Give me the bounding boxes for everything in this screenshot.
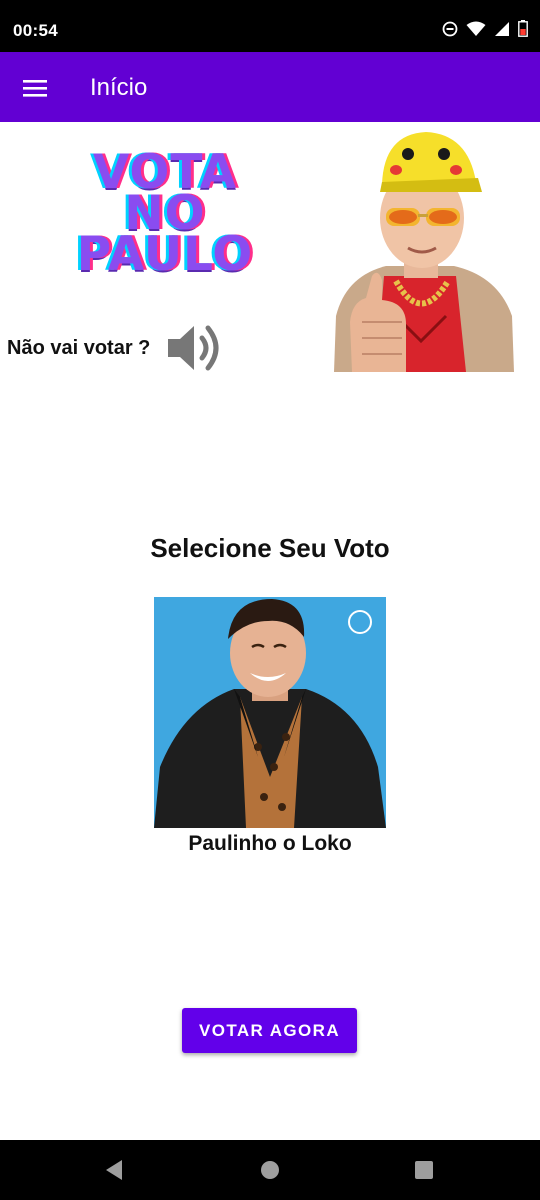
app-bar: Início — [0, 52, 540, 122]
status-icons — [442, 20, 528, 37]
question-text: Não vai votar ? — [7, 337, 151, 359]
banner-line: PAULO — [76, 227, 254, 282]
hamburger-menu-icon — [23, 80, 47, 97]
section-title: Selecione Seu Voto — [150, 533, 390, 563]
back-icon[interactable] — [102, 1158, 126, 1182]
candidate-name: Paulinho o Loko — [188, 832, 352, 855]
page-title: Início — [90, 74, 148, 101]
sound-button[interactable] — [164, 318, 226, 378]
candidate-radio[interactable] — [348, 610, 372, 634]
recents-icon[interactable] — [412, 1158, 436, 1182]
wifi-icon — [466, 21, 486, 36]
home-icon[interactable] — [258, 1158, 282, 1182]
speaker-icon — [168, 325, 219, 371]
cell-signal-icon — [495, 21, 509, 36]
candidate-card[interactable] — [154, 597, 386, 828]
do-not-disturb-icon — [442, 21, 458, 36]
candidate-photo — [154, 597, 386, 828]
vote-now-button[interactable]: VOTAR AGORA — [182, 1008, 357, 1053]
menu-button[interactable] — [14, 68, 56, 108]
thumbs-up-guy-sticker — [334, 132, 514, 372]
status-time: 00:54 — [13, 21, 58, 40]
system-nav-bar — [0, 1140, 540, 1200]
status-bar: 00:54 — [0, 0, 540, 52]
vota-no-paulo-banner: VOTA NO PAULO — [60, 149, 270, 292]
battery-icon — [518, 20, 528, 37]
